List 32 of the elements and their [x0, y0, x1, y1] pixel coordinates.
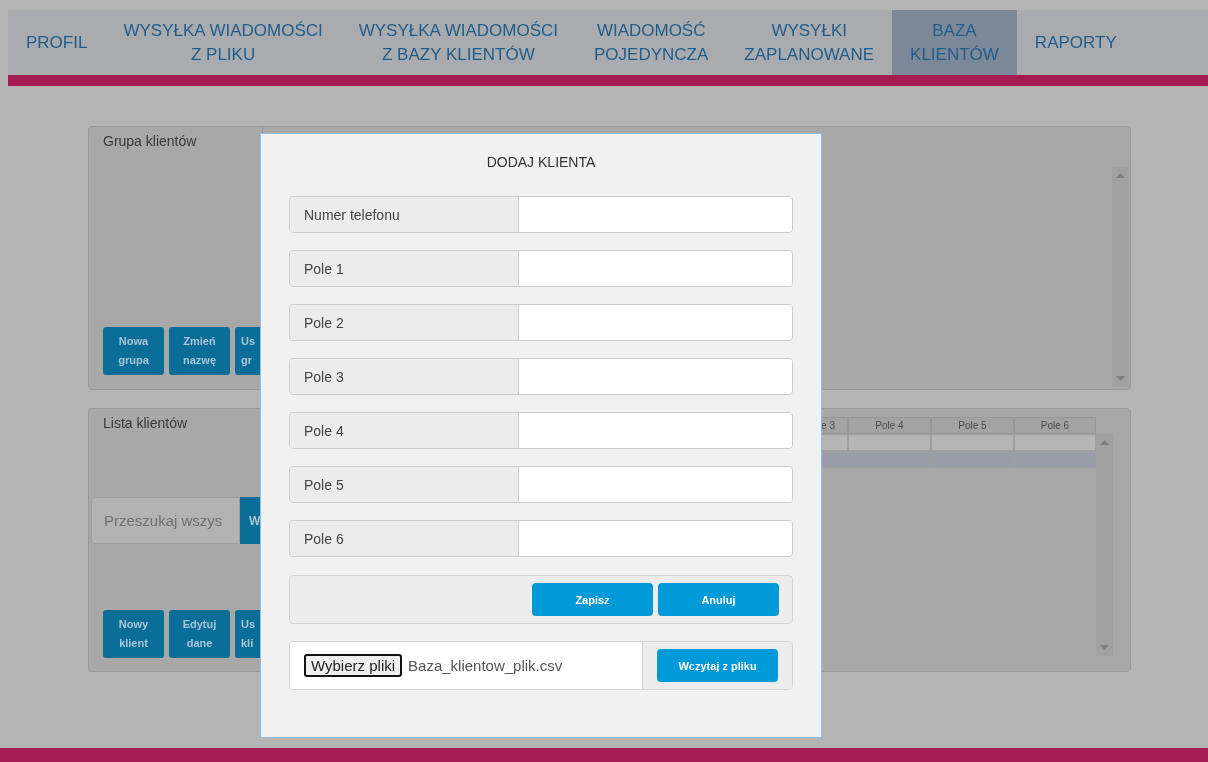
column-header[interactable]: Pole 4: [848, 417, 931, 434]
nav-tab[interactable]: WYSYŁKA WIADOMOŚCI Z BAZY KLIENTÓW: [340, 10, 577, 75]
scroll-up-icon[interactable]: [1100, 440, 1109, 445]
column-header[interactable]: Pole 5: [931, 417, 1014, 434]
dialog-button[interactable]: Zapisz: [532, 583, 653, 616]
client-button[interactable]: Nowy klient: [103, 610, 164, 658]
file-name: Baza_klientow_plik.csv: [408, 657, 563, 674]
scroll-down-icon[interactable]: [1100, 645, 1109, 650]
client-button[interactable]: Edytuj dane: [169, 610, 230, 658]
scrollbar[interactable]: [1096, 434, 1113, 656]
client-button[interactable]: Us kli: [235, 610, 262, 658]
column-header[interactable]: Pole 6: [1014, 417, 1096, 434]
panel-title: Grupa klientów: [103, 133, 198, 149]
nav-tab[interactable]: RAPORTY: [1016, 10, 1135, 75]
scroll-down-icon[interactable]: [1116, 376, 1125, 381]
group-button[interactable]: Us gr: [235, 327, 262, 375]
search-button[interactable]: W: [240, 497, 262, 544]
load-file-button[interactable]: Wczytaj z pliku: [657, 649, 778, 682]
panel-title: Lista klientów: [103, 415, 189, 431]
dialog-title: DODAJ KLIENTA: [486, 154, 596, 170]
group-button[interactable]: Zmień nazwę: [169, 327, 230, 375]
search-field[interactable]: Przeszukaj wszys: [91, 497, 240, 544]
dialog-button[interactable]: Anuluj: [658, 583, 779, 616]
nav-tab[interactable]: BAZA KLIENTÓW: [892, 10, 1017, 75]
scroll-up-icon[interactable]: [1116, 173, 1125, 178]
nav-tab[interactable]: WIADOMOŚĆ POJEDYNCZA: [576, 10, 727, 75]
nav-tab[interactable]: WYSYŁKI ZAPLANOWANE: [726, 10, 893, 75]
group-button[interactable]: Nowa grupa: [103, 327, 164, 375]
nav-tab[interactable]: WYSYŁKA WIADOMOŚCI Z PLIKU: [105, 10, 341, 75]
choose-files-button[interactable]: Wybierz pliki: [304, 654, 403, 677]
scrollbar[interactable]: [1112, 167, 1129, 387]
nav-tab[interactable]: PROFIL: [8, 10, 106, 75]
